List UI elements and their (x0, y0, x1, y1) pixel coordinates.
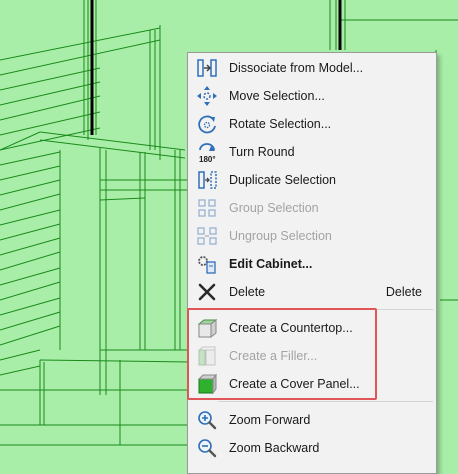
cover-panel-icon (196, 373, 218, 395)
rotate-icon (196, 113, 218, 135)
group-icon (196, 197, 218, 219)
ungroup-selection-item[interactable]: Ungroup Selection (189, 222, 435, 250)
edit-cabinet-icon (196, 253, 218, 275)
turn-180-icon: 180° (196, 141, 218, 163)
zoom-backward-item[interactable]: Zoom Backward (189, 434, 435, 462)
create-countertop-item[interactable]: Create a Countertop... (189, 314, 435, 342)
menu-separator (218, 401, 433, 402)
duplicate-selection-item[interactable]: Duplicate Selection (189, 166, 435, 194)
zoom-forward-item[interactable]: Zoom Forward (189, 406, 435, 434)
ungroup-icon (196, 225, 218, 247)
rotate-selection-item[interactable]: Rotate Selection... (189, 110, 435, 138)
context-menu: Dissociate from Model... Move Selection.… (187, 52, 437, 474)
create-cover-panel-item[interactable]: Create a Cover Panel... (189, 370, 435, 398)
move-selection-item[interactable]: Move Selection... (189, 82, 435, 110)
svg-text:180°: 180° (199, 155, 216, 163)
menu-separator (218, 309, 433, 310)
delete-x-icon (196, 281, 218, 303)
group-selection-item[interactable]: Group Selection (189, 194, 435, 222)
duplicate-icon (196, 169, 218, 191)
countertop-icon (196, 317, 218, 339)
delete-item[interactable]: Delete Delete (189, 278, 435, 306)
dissociate-from-model-item[interactable]: Dissociate from Model... (189, 54, 435, 82)
filler-icon (196, 345, 218, 367)
create-filler-item[interactable]: Create a Filler... (189, 342, 435, 370)
move-icon (196, 85, 218, 107)
dissociate-icon (196, 57, 218, 79)
delete-shortcut: Delete (385, 285, 422, 299)
zoom-out-icon (196, 437, 218, 459)
zoom-in-icon (196, 409, 218, 431)
turn-round-item[interactable]: 180° Turn Round (189, 138, 435, 166)
edit-cabinet-item[interactable]: Edit Cabinet... (189, 250, 435, 278)
